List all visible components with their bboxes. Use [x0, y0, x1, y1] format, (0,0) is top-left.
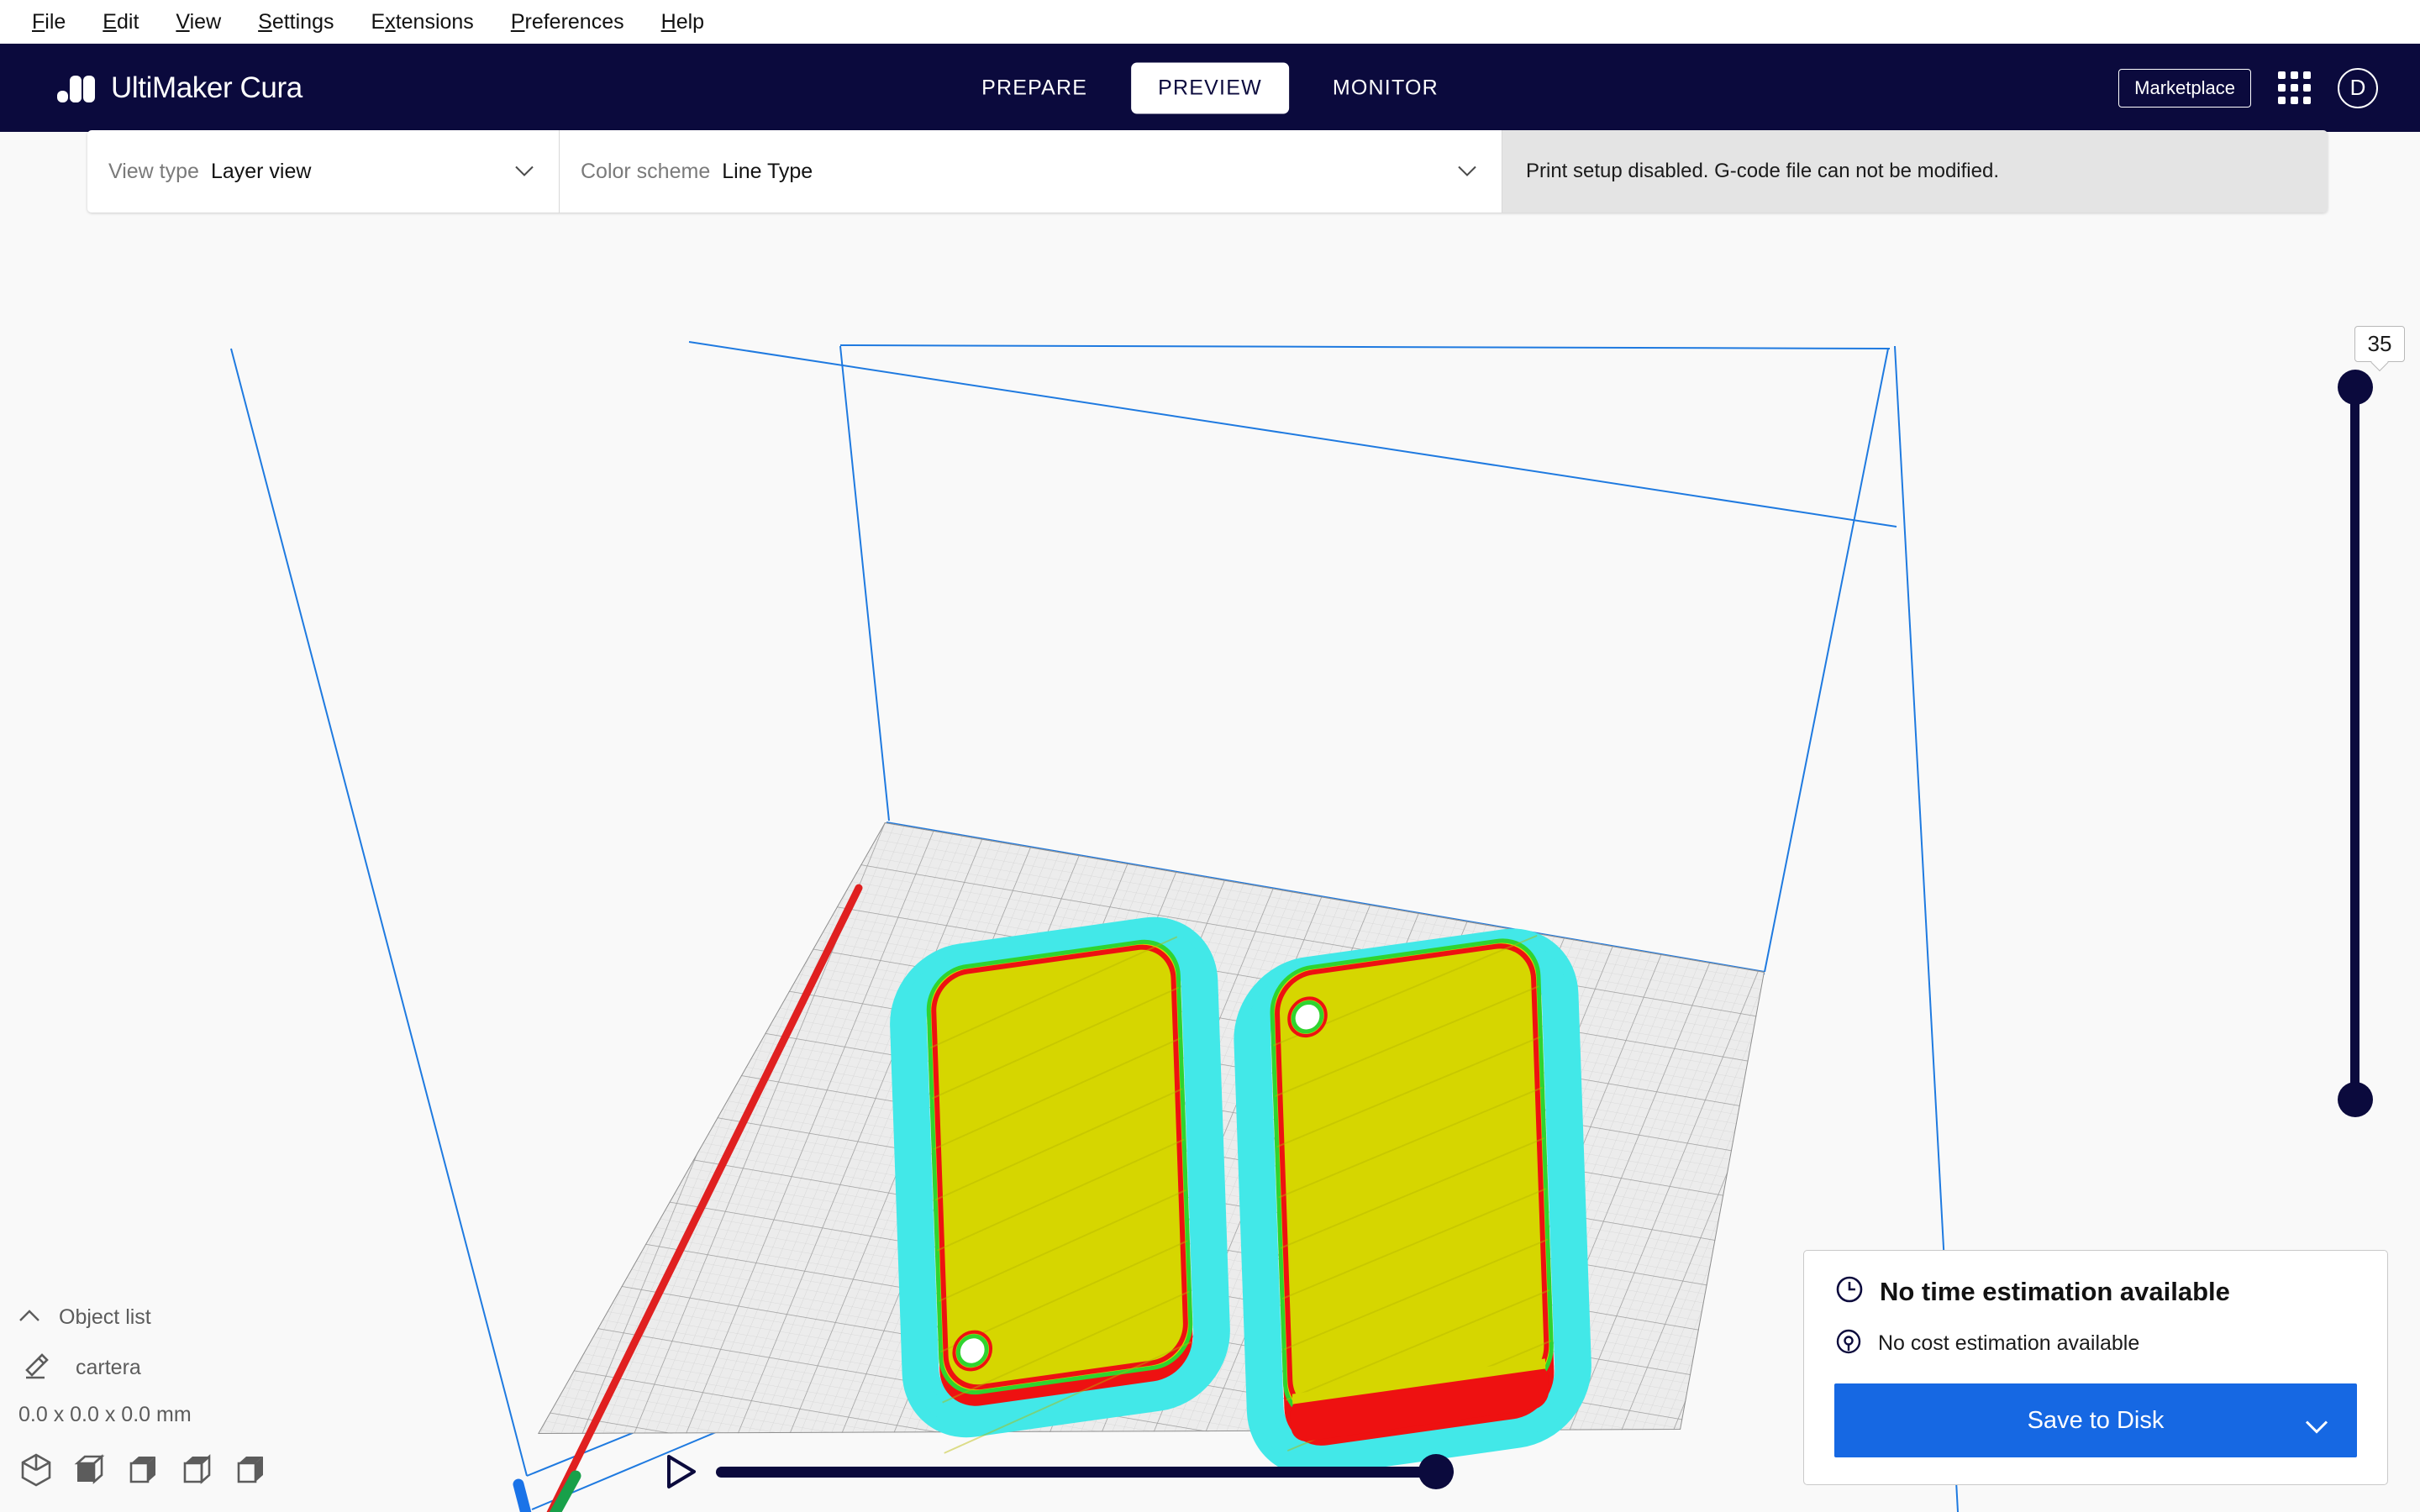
model-right: [1234, 928, 1591, 1477]
view-top-icon[interactable]: [126, 1452, 161, 1492]
view-type-dropdown[interactable]: View type Layer view: [87, 130, 560, 213]
object-list-toggle[interactable]: Object list: [18, 1305, 380, 1330]
model-left: [890, 916, 1230, 1454]
cost-estimation-row: No cost estimation available: [1834, 1327, 2357, 1360]
menu-item-extensions[interactable]: Extensions: [353, 7, 492, 38]
view-toolbar: View type Layer view Color scheme Line T…: [87, 130, 2328, 213]
play-icon[interactable]: [664, 1453, 699, 1490]
tab-prepare[interactable]: PREPARE: [955, 62, 1114, 113]
print-setup-notice: Print setup disabled. G-code file can no…: [1502, 130, 2328, 213]
menu-item-edit[interactable]: Edit: [84, 7, 157, 38]
time-estimation-row: No time estimation available: [1834, 1274, 2357, 1309]
menu-item-help[interactable]: Help: [643, 7, 723, 38]
save-to-disk-label: Save to Disk: [2027, 1406, 2165, 1434]
view-3d-icon[interactable]: [18, 1452, 54, 1492]
color-scheme-value: Line Type: [722, 159, 813, 183]
camera-view-buttons: [18, 1452, 380, 1492]
object-list-label: Object list: [59, 1305, 151, 1329]
tab-monitor[interactable]: MONITOR: [1306, 62, 1465, 113]
save-to-disk-button[interactable]: Save to Disk: [1834, 1383, 2357, 1457]
view-type-value: Layer view: [210, 159, 312, 183]
view-type-label: View type: [108, 159, 199, 183]
menu-bar: File Edit View Settings Extensions Prefe…: [0, 0, 2420, 44]
cost-estimation-text: No cost estimation available: [1878, 1331, 2140, 1355]
menu-item-view[interactable]: View: [157, 7, 239, 38]
menu-item-file[interactable]: File: [13, 7, 84, 38]
chevron-up-icon: [18, 1309, 40, 1326]
time-estimation-text: No time estimation available: [1880, 1276, 2230, 1306]
pencil-icon: [24, 1352, 52, 1384]
app-title: UltiMaker Cura: [111, 71, 302, 104]
layer-value-label: 35: [2354, 326, 2405, 362]
clock-icon: [1834, 1274, 1865, 1309]
object-panel: Object list cartera 0.0 x 0.0 x 0.0 mm: [18, 1305, 380, 1492]
menu-item-preferences[interactable]: Preferences: [492, 7, 643, 38]
print-setup-notice-text: Print setup disabled. G-code file can no…: [1526, 160, 1999, 182]
chevron-down-icon: [515, 165, 534, 177]
view-right-icon[interactable]: [234, 1452, 269, 1492]
avatar[interactable]: D: [2338, 67, 2378, 108]
object-dimensions: 0.0 x 0.0 x 0.0 mm: [18, 1403, 192, 1426]
layer-slider-upper-handle[interactable]: 35: [2338, 326, 2405, 405]
object-name: cartera: [76, 1356, 141, 1379]
chevron-down-icon[interactable]: [2305, 1414, 2328, 1434]
list-item[interactable]: cartera: [24, 1352, 380, 1384]
marketplace-button[interactable]: Marketplace: [2118, 68, 2251, 108]
color-scheme-dropdown[interactable]: Color scheme Line Type: [560, 130, 1502, 213]
color-scheme-label: Color scheme: [581, 159, 711, 183]
simulation-slider[interactable]: [664, 1446, 1454, 1497]
menu-item-settings[interactable]: Settings: [239, 7, 352, 38]
chevron-down-icon: [1458, 165, 1476, 177]
simulation-slider-track[interactable]: [716, 1453, 1454, 1490]
layer-slider[interactable]: 35: [2302, 326, 2420, 1117]
header-actions: Marketplace D: [2118, 67, 2378, 108]
stage-tabs: PREPARE PREVIEW MONITOR: [955, 62, 1465, 113]
apps-grid-icon[interactable]: [2278, 71, 2311, 104]
layer-slider-lower-handle[interactable]: [2338, 1082, 2373, 1117]
tab-preview[interactable]: PREVIEW: [1131, 62, 1289, 113]
print-info-card: No time estimation available No cost est…: [1803, 1250, 2388, 1485]
ultimaker-logo-icon: [57, 74, 97, 102]
view-front-icon[interactable]: [72, 1452, 108, 1492]
simulation-slider-handle[interactable]: [1418, 1454, 1454, 1489]
cost-icon: [1834, 1327, 1863, 1360]
simulation-slider-rail: [716, 1467, 1454, 1478]
app-header: UltiMaker Cura PREPARE PREVIEW MONITOR M…: [0, 44, 2420, 132]
view-left-icon[interactable]: [180, 1452, 215, 1492]
layer-slider-track[interactable]: [2350, 386, 2360, 1100]
brand: UltiMaker Cura: [57, 71, 302, 105]
